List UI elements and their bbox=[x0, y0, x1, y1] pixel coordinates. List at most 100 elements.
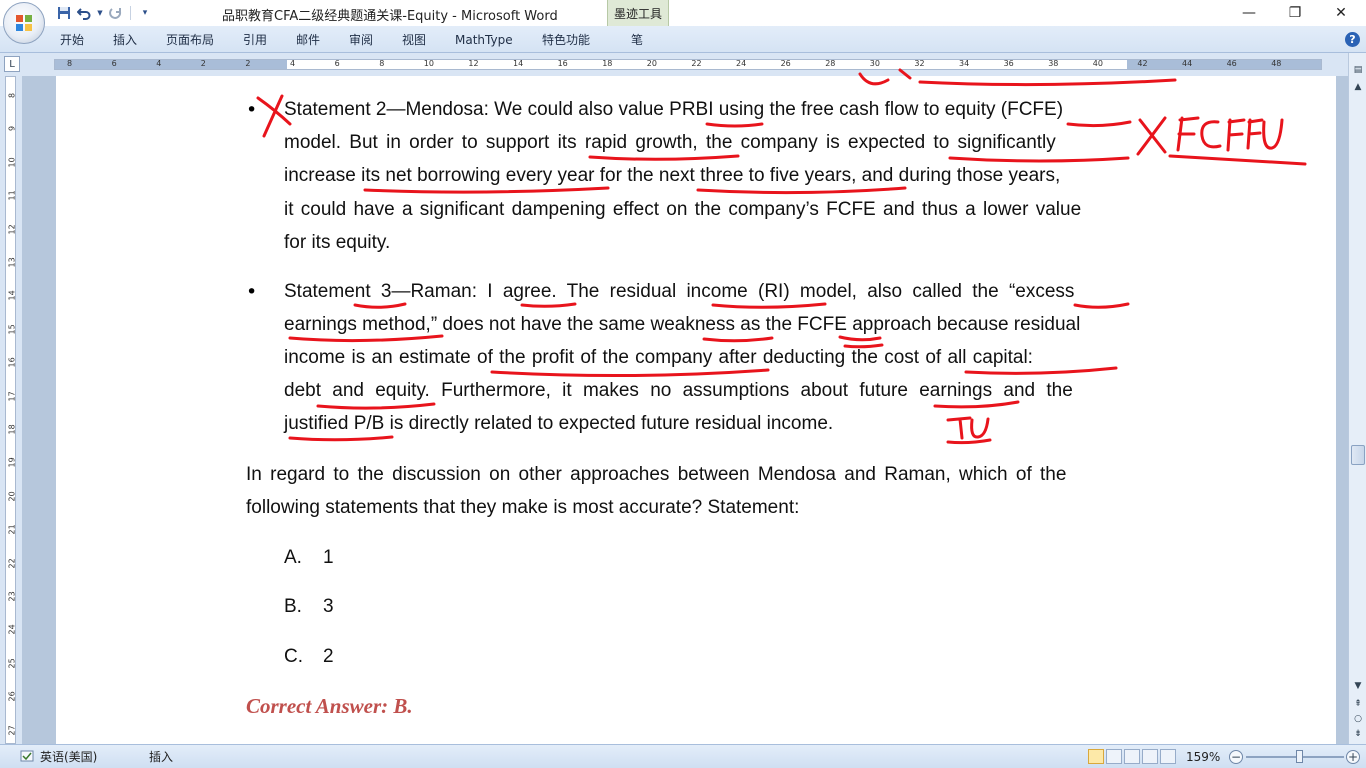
help-icon[interactable]: ? bbox=[1345, 32, 1360, 47]
ruler-number: 23 bbox=[7, 591, 17, 602]
tab-references[interactable]: 引用 bbox=[243, 32, 267, 48]
ruler-number: 8 bbox=[379, 59, 385, 68]
statement3-line: justified P/B is directly related to exp… bbox=[284, 413, 834, 434]
redo-icon[interactable] bbox=[108, 5, 124, 21]
scroll-up-icon[interactable]: ▲ bbox=[1351, 80, 1365, 94]
ruler-number: 24 bbox=[7, 624, 17, 635]
save-icon[interactable] bbox=[56, 5, 72, 21]
ruler-number: 8 bbox=[7, 92, 17, 99]
ruler-number: 44 bbox=[1182, 59, 1193, 68]
zoom-slider-thumb[interactable] bbox=[1296, 750, 1303, 763]
bullet: • bbox=[246, 99, 258, 121]
restore-button[interactable]: ❐ bbox=[1272, 0, 1318, 26]
ruler-number: 11 bbox=[7, 190, 17, 201]
spellcheck-icon[interactable] bbox=[20, 749, 34, 765]
office-logo-icon bbox=[16, 15, 32, 31]
ruler-number: 38 bbox=[1048, 59, 1059, 68]
undo-icon[interactable] bbox=[76, 5, 92, 21]
ruler-number: 22 bbox=[7, 557, 17, 569]
tab-special-features[interactable]: 特色功能 bbox=[542, 32, 590, 48]
correct-answer: Correct Answer: B. bbox=[246, 694, 413, 718]
ruler-number: 40 bbox=[1092, 59, 1103, 68]
quick-access-toolbar: ▼ ▾ bbox=[50, 4, 153, 22]
window-title: 品职教育CFA二级经典题通关课-Equity - Microsoft Word bbox=[222, 9, 558, 24]
zoom-level[interactable]: 159% bbox=[1186, 749, 1220, 765]
ruler-number: 34 bbox=[959, 59, 970, 68]
vertical-scrollbar[interactable]: ▤ ▲ ▼ ⇞ ○ ⇟ bbox=[1348, 53, 1366, 744]
tab-mailings[interactable]: 邮件 bbox=[296, 32, 320, 48]
full-screen-reading-icon[interactable] bbox=[1106, 749, 1122, 764]
vertical-ruler[interactable]: 8 9 10 11 12 13 14 15 16 17 18 19 20 21 22 23 24 25 26 27 bbox=[5, 76, 17, 744]
ruler-left-margin bbox=[55, 60, 287, 69]
ruler-number: 16 bbox=[7, 357, 17, 368]
statement3-line: Statement 3—Raman: I agree. The residual… bbox=[284, 281, 1075, 302]
ruler-number: 14 bbox=[7, 290, 17, 301]
outline-view-icon[interactable] bbox=[1142, 749, 1158, 764]
ruler-number: 2 bbox=[200, 59, 206, 68]
ruler-number: 15 bbox=[7, 324, 17, 335]
question-line: In regard to the discussion on other app… bbox=[246, 464, 1067, 485]
ruler-number: 21 bbox=[7, 524, 17, 535]
ruler-toggle-icon[interactable]: ▤ bbox=[1351, 63, 1365, 77]
horizontal-ruler-area: L 8 6 4 2 2 4 6 8 10 12 14 16 18 20 22 24 26 28 30 32 34 36 38… bbox=[0, 53, 1366, 76]
document-page[interactable]: • Statement 2—Mendosa: We could also val… bbox=[56, 76, 1336, 744]
previous-page-icon[interactable]: ⇞ bbox=[1351, 697, 1365, 711]
zoom-slider-track[interactable] bbox=[1246, 756, 1344, 758]
ruler-number: 27 bbox=[7, 724, 17, 736]
undo-dropdown-icon[interactable]: ▼ bbox=[96, 5, 104, 21]
ruler-number: 18 bbox=[7, 424, 17, 435]
statement2-line: increase its net borrowing every year fo… bbox=[284, 165, 1061, 186]
statement2-line: Statement 2—Mendosa: We could also value… bbox=[284, 99, 1064, 120]
status-bar: 英语(美国) 插入 159% − + bbox=[0, 744, 1366, 768]
customize-icon[interactable]: ▾ bbox=[137, 5, 153, 21]
ruler-number: 46 bbox=[1226, 59, 1237, 68]
bullet: • bbox=[246, 281, 258, 303]
tab-insert[interactable]: 插入 bbox=[113, 32, 137, 48]
tab-home[interactable]: 开始 bbox=[60, 32, 84, 48]
zoom-in-icon[interactable]: + bbox=[1346, 750, 1360, 764]
web-layout-icon[interactable] bbox=[1124, 749, 1140, 764]
ruler-number: 22 bbox=[691, 59, 702, 68]
ruler-number: 26 bbox=[780, 59, 791, 68]
tab-pen[interactable]: 笔 bbox=[631, 32, 643, 48]
next-page-icon[interactable]: ⇟ bbox=[1351, 727, 1365, 741]
ruler-number: 18 bbox=[602, 59, 613, 68]
ruler-number: 4 bbox=[290, 59, 296, 68]
ruler-number: 10 bbox=[7, 157, 17, 168]
option-c-letter: C. bbox=[284, 646, 303, 667]
zoom-out-icon[interactable]: − bbox=[1229, 750, 1243, 764]
statement3-line: income is an estimate of the profit of t… bbox=[284, 347, 1033, 368]
ruler-number: 24 bbox=[736, 59, 747, 68]
vertical-ruler-area: 8 9 10 11 12 13 14 15 16 17 18 19 20 21 22 23 24 25 26 27 bbox=[0, 76, 22, 744]
ruler-number: 30 bbox=[869, 59, 880, 68]
ruler-number: 9 bbox=[7, 126, 17, 132]
tab-page-layout[interactable]: 页面布局 bbox=[166, 32, 214, 48]
ruler-number: 6 bbox=[111, 59, 117, 68]
office-button[interactable] bbox=[3, 2, 45, 44]
ruler-number: 4 bbox=[156, 59, 162, 68]
scroll-thumb[interactable] bbox=[1351, 445, 1365, 465]
minimize-button[interactable]: — bbox=[1226, 0, 1272, 26]
horizontal-ruler[interactable]: 8 6 4 2 2 4 6 8 10 12 14 16 18 20 22 24 26 28 30 32 34 36 38 40… bbox=[54, 59, 1322, 70]
ruler-number: 42 bbox=[1137, 59, 1148, 68]
scroll-down-icon[interactable]: ▼ bbox=[1351, 679, 1365, 693]
option-a-letter: A. bbox=[284, 547, 302, 568]
insert-mode-status[interactable]: 插入 bbox=[149, 749, 173, 765]
tab-mathtype[interactable]: MathType bbox=[455, 32, 513, 48]
browse-object-icon[interactable]: ○ bbox=[1351, 712, 1365, 726]
ruler-number: 48 bbox=[1271, 59, 1282, 68]
tab-review[interactable]: 审阅 bbox=[349, 32, 373, 48]
tab-selector[interactable]: L bbox=[4, 56, 20, 72]
close-button[interactable]: ✕ bbox=[1318, 0, 1364, 26]
ruler-number: 16 bbox=[557, 59, 568, 68]
tab-view[interactable]: 视图 bbox=[402, 32, 426, 48]
ruler-number: 32 bbox=[914, 59, 925, 68]
ruler-number: 19 bbox=[7, 457, 17, 468]
ink-tools-context-tab[interactable]: 墨迹工具 bbox=[607, 0, 669, 26]
language-status[interactable]: 英语(美国) bbox=[40, 749, 97, 765]
draft-view-icon[interactable] bbox=[1160, 749, 1176, 764]
ruler-number: 13 bbox=[7, 257, 17, 268]
option-a-value: 1 bbox=[323, 547, 334, 568]
print-layout-view-icon[interactable] bbox=[1088, 749, 1104, 764]
statement3-line: earnings method,” does not have the same… bbox=[284, 314, 1081, 335]
